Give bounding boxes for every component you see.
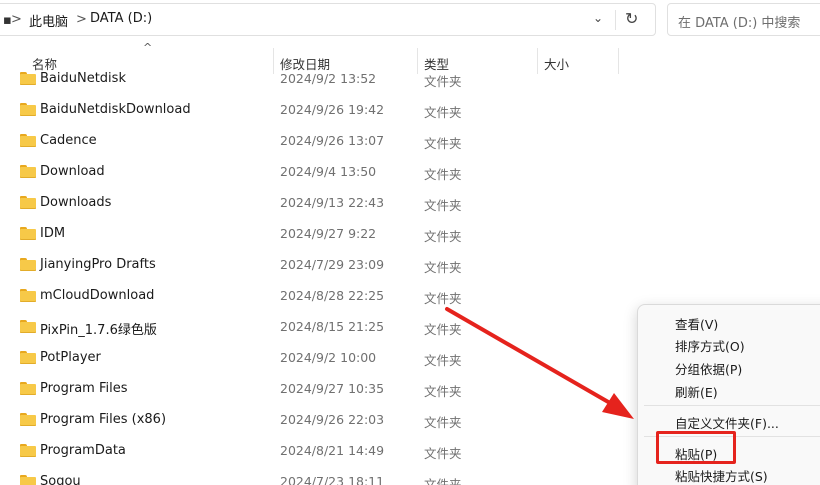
breadcrumb-this-pc[interactable]: 此电脑 [29, 11, 68, 30]
file-type: 文件夹 [424, 167, 462, 182]
file-row[interactable]: Cadence 2024/9/26 13:07 文件夹 [0, 126, 820, 157]
address-history-dropdown-icon[interactable]: ⌄ [593, 11, 603, 25]
file-type: 文件夹 [424, 260, 462, 275]
file-type: 文件夹 [424, 105, 462, 120]
file-modified: 2024/7/29 23:09 [280, 257, 385, 272]
file-name: ProgramData [40, 443, 126, 458]
file-type: 文件夹 [424, 229, 462, 244]
breadcrumb-data-drive[interactable]: DATA (D:) [90, 11, 152, 26]
file-row[interactable]: BaiduNetdisk 2024/9/2 13:52 文件夹 [0, 64, 820, 95]
file-row[interactable]: Download 2024/9/4 13:50 文件夹 [0, 157, 820, 188]
file-modified: 2024/9/26 22:03 [280, 412, 385, 427]
refresh-icon[interactable]: ↻ [625, 9, 638, 28]
menu-item-refresh[interactable]: 刷新(E) [638, 379, 820, 401]
menu-item-customize-folder[interactable]: 自定义文件夹(F)... [638, 410, 820, 432]
folder-icon [20, 351, 36, 364]
file-row[interactable]: JianyingPro Drafts 2024/7/29 23:09 文件夹 [0, 250, 820, 281]
menu-divider [644, 405, 820, 406]
folder-icon [20, 444, 36, 457]
file-modified: 2024/9/27 10:35 [280, 381, 385, 396]
address-divider [615, 10, 616, 30]
file-modified: 2024/9/26 19:42 [280, 102, 385, 117]
file-modified: 2024/7/23 18:11 [280, 474, 385, 485]
folder-icon [20, 165, 36, 178]
file-name: PixPin_1.7.6绿色版 [40, 323, 157, 338]
folder-icon [20, 227, 36, 240]
file-type: 文件夹 [424, 353, 462, 368]
file-name: PotPlayer [40, 350, 101, 365]
file-type: 文件夹 [424, 198, 462, 213]
menu-item-view[interactable]: 查看(V) [638, 311, 820, 333]
file-modified: 2024/8/21 14:49 [280, 443, 385, 458]
file-modified: 2024/9/27 9:22 [280, 226, 377, 241]
folder-icon [20, 382, 36, 395]
file-row[interactable]: BaiduNetdiskDownload 2024/9/26 19:42 文件夹 [0, 95, 820, 126]
file-row[interactable]: Downloads 2024/9/13 22:43 文件夹 [0, 188, 820, 219]
file-name: Sogou [40, 474, 81, 485]
folder-icon [20, 475, 36, 485]
file-modified: 2024/8/15 21:25 [280, 319, 385, 334]
file-row[interactable]: IDM 2024/9/27 9:22 文件夹 [0, 219, 820, 250]
address-bar[interactable]: ▪ > 此电脑 > DATA (D:) ⌄ ↻ [0, 3, 656, 36]
file-name: Program Files [40, 381, 128, 396]
folder-icon [20, 72, 36, 85]
folder-icon [20, 258, 36, 271]
file-name: IDM [40, 226, 66, 241]
navigation-bar: ▪ > 此电脑 > DATA (D:) ⌄ ↻ 在 DATA (D:) 中搜索 [0, 0, 820, 40]
file-name: BaiduNetdisk [40, 71, 126, 86]
file-modified: 2024/9/4 13:50 [280, 164, 377, 179]
file-type: 文件夹 [424, 477, 462, 485]
folder-icon [20, 289, 36, 302]
folder-icon [20, 320, 36, 333]
file-modified: 2024/8/28 22:25 [280, 288, 385, 303]
file-type: 文件夹 [424, 384, 462, 399]
file-modified: 2024/9/26 13:07 [280, 133, 385, 148]
file-modified: 2024/9/13 22:43 [280, 195, 385, 210]
breadcrumb-separator: > [76, 12, 87, 27]
menu-item-paste-shortcut[interactable]: 粘贴快捷方式(S) [638, 463, 820, 485]
file-modified: 2024/9/2 13:52 [280, 71, 377, 86]
folder-icon [20, 196, 36, 209]
paste-highlight-annotation [656, 431, 736, 464]
file-type: 文件夹 [424, 415, 462, 430]
file-type: 文件夹 [424, 74, 462, 89]
file-type: 文件夹 [424, 322, 462, 337]
file-name: Program Files (x86) [40, 412, 167, 427]
file-type: 文件夹 [424, 291, 462, 306]
file-name: JianyingPro Drafts [40, 257, 156, 272]
folder-icon [20, 134, 36, 147]
menu-item-sort[interactable]: 排序方式(O) [638, 333, 820, 355]
file-name: mCloudDownload [40, 288, 155, 303]
search-input[interactable]: 在 DATA (D:) 中搜索 [667, 3, 820, 36]
file-name: Cadence [40, 133, 97, 148]
breadcrumb-separator: > [11, 12, 22, 27]
file-name: BaiduNetdiskDownload [40, 102, 191, 117]
folder-icon [20, 103, 36, 116]
file-name: Download [40, 164, 105, 179]
file-type: 文件夹 [424, 136, 462, 151]
folder-icon [20, 413, 36, 426]
file-modified: 2024/9/2 10:00 [280, 350, 377, 365]
menu-item-group[interactable]: 分组依据(P) [638, 356, 820, 378]
file-name: Downloads [40, 195, 112, 210]
search-placeholder: 在 DATA (D:) 中搜索 [678, 16, 801, 31]
file-type: 文件夹 [424, 446, 462, 461]
